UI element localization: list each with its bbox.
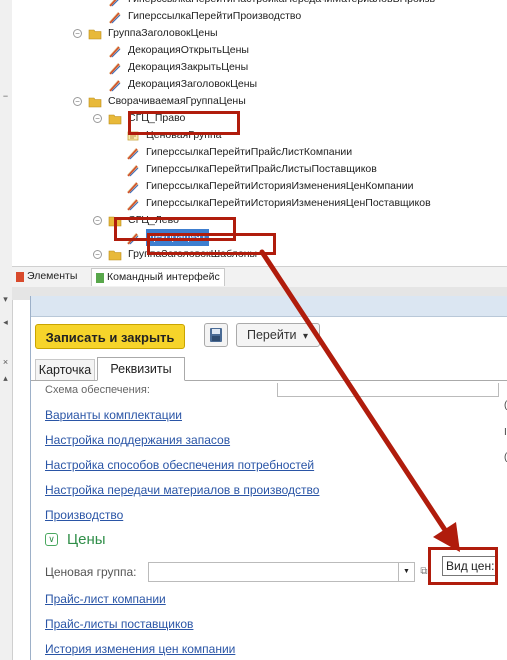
hyperlink-icon (109, 11, 121, 23)
tree-item-label: ГруппаЗаголовокШаблоны (128, 248, 258, 260)
command-interface-icon (96, 272, 104, 283)
save-button[interactable] (204, 323, 228, 347)
price-group-input[interactable] (148, 562, 398, 582)
hyperlink-icon (109, 45, 121, 57)
tree-item[interactable]: ГиперссылкаПерейтиНастройкаПередачиМатер… (108, 0, 435, 8)
tree-item[interactable]: ГиперссылкаПерейтиПроизводство (108, 8, 301, 25)
tree-item-label: СворачиваемаяГруппаЦены (108, 95, 246, 107)
link-company-price-history[interactable]: История изменения цен компании (45, 642, 235, 656)
tree-item-label: ГиперссылкаПерейтиПрайсЛистыПоставщиков (146, 163, 377, 175)
tree-item[interactable]: ГиперссылкаПерейтиИсторияИзмененияЦенПос… (126, 195, 431, 212)
goto-button[interactable]: Перейти ▾ (236, 323, 320, 347)
hyperlink-icon (127, 232, 139, 244)
tree-item[interactable]: − СГЦ_Лево (93, 212, 179, 229)
link-supplier-price-lists[interactable]: Прайс-листы поставщиков (45, 617, 193, 631)
tree-item[interactable]: Декорация1 (126, 229, 209, 246)
folder-icon (88, 29, 102, 39)
form-elements-tree: ГиперссылкаПерейтиНастройкаПередачиМатер… (12, 0, 507, 268)
tree-item[interactable]: − СГЦ_Право (93, 110, 185, 127)
elements-icon (16, 271, 24, 282)
save-and-close-button[interactable]: Записать и закрыть (35, 324, 185, 349)
tree-item-label: ГиперссылкаПерейтиНастройкаПередачиМатер… (128, 0, 435, 8)
floppy-icon (210, 328, 222, 342)
field-icon (127, 131, 139, 140)
tree-item[interactable]: ГиперссылкаПерейтиИсторияИзмененияЦенКом… (126, 178, 414, 195)
hyperlink-icon (109, 62, 121, 74)
tree-item-label: ДекорацияЗаголовокЦены (128, 78, 258, 90)
tree-item-label: СГЦ_Право (128, 112, 186, 124)
tree-item-label: ДекорацияОткрытьЦены (128, 44, 249, 56)
prices-group-header[interactable]: ∨ Цены (45, 531, 106, 548)
open-icon[interactable]: ⧉ (417, 562, 431, 582)
minus-icon[interactable]: − (0, 90, 11, 102)
tree-item[interactable]: − ГруппаЗаголовокШаблоны (93, 246, 257, 263)
folder-icon (108, 216, 122, 226)
tab-elements-label: Элементы (27, 270, 78, 282)
tree-item[interactable]: ДекорацияОткрытьЦены (108, 42, 249, 59)
folder-icon (108, 114, 122, 124)
tab-elements[interactable]: Элементы (12, 268, 81, 285)
tree-item-label: ЦеноваяГруппа (146, 129, 222, 141)
tab-requisites[interactable]: Реквизиты (97, 357, 185, 381)
collapse-icon[interactable]: − (73, 29, 82, 38)
folder-icon (108, 250, 122, 260)
folder-icon (88, 97, 102, 107)
tree-item[interactable]: ГиперссылкаПерейтиПрайсЛистыПоставщиков (126, 161, 377, 178)
dropdown-arrow-icon[interactable]: ▼ (398, 562, 415, 582)
tree-item[interactable]: ЦеноваяГруппа (126, 127, 222, 144)
link-supply-methods[interactable]: Настройка способов обеспечения потребнос… (45, 458, 314, 472)
chevron-down-icon: ▾ (303, 331, 309, 342)
arrow-down-icon[interactable]: ▾ (0, 293, 11, 305)
tree-item[interactable]: ГиперссылкаПерейтиПрайсЛистКомпании (126, 144, 352, 161)
tab-card[interactable]: Карточка (35, 359, 95, 380)
prices-title: Цены (67, 531, 106, 548)
tree-item[interactable]: − ГруппаЗаголовокЦены (73, 25, 218, 42)
tree-item-label: Декорация1 (146, 229, 209, 246)
tab-command-interface[interactable]: Командный интерфейс (91, 268, 225, 286)
price-group-label: Ценовая группа: (45, 565, 137, 579)
collapse-icon[interactable]: − (93, 216, 102, 225)
form-title-bar (31, 296, 507, 317)
scheme-label: Схема обеспечения: (45, 384, 150, 396)
tab-command-interface-label: Командный интерфейс (107, 271, 220, 283)
link-stock-settings[interactable]: Настройка поддержания запасов (45, 433, 230, 447)
arrow-up-icon[interactable]: ▴ (0, 372, 11, 384)
link-kit-variants[interactable]: Варианты комплектации (45, 408, 182, 422)
hyperlink-icon (109, 0, 119, 6)
form-preview: Записать и закрыть Перейти ▾ Карточка Ре… (30, 296, 507, 660)
close-icon[interactable]: × (0, 356, 11, 368)
collapse-icon[interactable]: − (73, 97, 82, 106)
link-company-price-list[interactable]: Прайс-лист компании (45, 592, 166, 606)
goto-label: Перейти (247, 328, 297, 342)
link-production[interactable]: Производство (45, 508, 123, 522)
tree-item-label: ДекорацияЗакрытьЦены (128, 61, 249, 73)
tree-item-label: ГруппаЗаголовокЦены (108, 27, 218, 39)
tree-item-label: ГиперссылкаПерейтиПрайсЛистКомпании (146, 146, 353, 158)
tree-item[interactable]: − СворачиваемаяГруппаЦены (73, 93, 246, 110)
tree-item-label: СГЦ_Лево (128, 214, 179, 226)
scheme-field[interactable] (277, 383, 499, 397)
hyperlink-icon (127, 164, 139, 176)
tree-item[interactable]: ДекорацияЗаголовокЦены (108, 76, 257, 93)
collapse-icon[interactable]: − (93, 250, 102, 259)
clipped-text: I (504, 427, 507, 438)
tree-item-label: ГиперссылкаПерейтиИсторияИзмененияЦенПос… (146, 197, 431, 209)
arrow-left-icon[interactable]: ◂ (0, 316, 11, 328)
collapse-icon[interactable]: − (93, 114, 102, 123)
tree-item-label: ГиперссылкаПерейтиИсторияИзмененияЦенКом… (146, 180, 414, 192)
tree-item[interactable]: ДекорацияЗакрытьЦены (108, 59, 248, 76)
tree-item-label: ГиперссылкаПерейтиПроизводство (128, 10, 302, 22)
hyperlink-icon (127, 198, 139, 210)
collapse-icon[interactable]: ∨ (45, 533, 58, 546)
price-type-field[interactable]: Вид цен: (442, 556, 496, 576)
link-material-transfer[interactable]: Настройка передачи материалов в производ… (45, 483, 319, 497)
hyperlink-icon (127, 147, 139, 159)
hyperlink-icon (109, 79, 121, 91)
hyperlink-icon (127, 181, 139, 193)
bottom-tabs: Элементы Командный интерфейс (12, 266, 507, 287)
